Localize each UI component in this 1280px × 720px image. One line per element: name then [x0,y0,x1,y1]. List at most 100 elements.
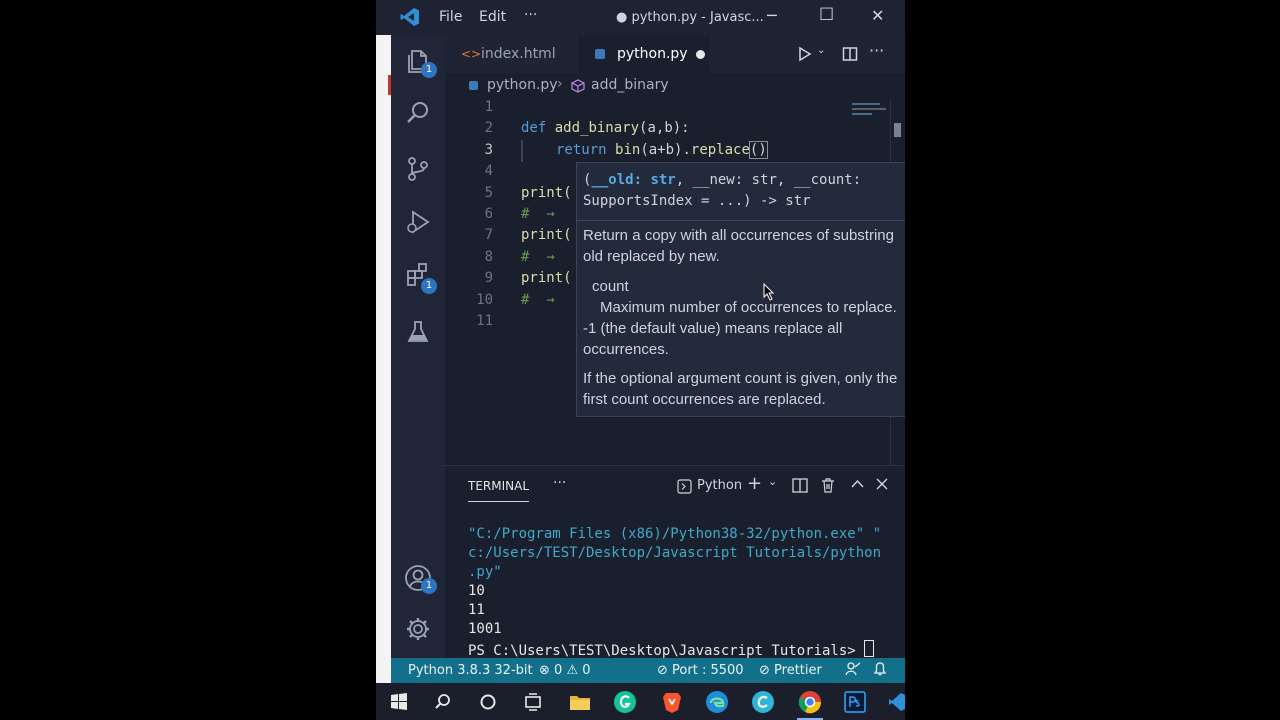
more-actions-icon[interactable]: ··· [869,41,884,60]
terminal-dropdown-chevron-icon[interactable]: ⌄ [768,475,777,488]
minimap[interactable] [852,101,886,115]
status-bar: Python 3.8.3 32-bit ⊗ 0 ⚠ 0 ⊘ Port : 550… [391,658,905,683]
hover-tooltip: (__old: str, __new: str, __count: Suppor… [576,162,905,417]
code-line-3: return bin(a+b).replace() [556,141,768,159]
cortana-icon[interactable] [475,689,501,715]
new-terminal-plus-icon[interactable]: + [747,473,762,494]
vscode-logo-icon [400,7,420,27]
breadcrumb: python.py › add_binary [445,73,905,99]
extensions-icon[interactable]: 1 [404,261,437,294]
code-line-10: # → [521,292,555,308]
python-file-icon [469,81,478,90]
settings-gear-icon[interactable] [404,615,432,643]
run-dropdown-chevron-icon[interactable]: ⌄ [817,45,825,56]
cursive-app-icon[interactable] [750,689,776,715]
breadcrumb-separator-icon: › [557,76,563,92]
hover-description: Return a copy with all occurrences of su… [583,227,894,265]
windows-start-icon[interactable] [386,689,412,715]
trash-icon[interactable] [821,478,835,493]
window-title: ● python.py - Javasc... [616,10,764,25]
line-number: 1 [484,99,493,115]
close-panel-icon[interactable] [876,478,888,490]
terminal-line: "C:/Program Files (x86)/Python38-32/pyth… [468,526,882,542]
terminal-panel: TERMINAL ··· Python + ⌄ "C:/Program File… [445,465,905,659]
grammarly-icon[interactable] [612,689,638,715]
background-window [376,35,391,685]
code-line-6: # → [521,206,555,222]
warning-icon: ⚠ [566,663,579,678]
vscode-taskbar-icon[interactable] [887,689,905,715]
tab-index-html[interactable]: <> index.html [445,35,579,73]
python-interpreter[interactable]: Python 3.8.3 32-bit [408,663,533,678]
accounts-icon[interactable]: 1 [404,564,437,594]
menu-edit[interactable]: Edit [479,9,506,25]
unsaved-dot-icon[interactable] [696,50,705,59]
line-number: 3 [484,142,493,158]
chrome-browser-icon[interactable] [797,689,823,715]
brave-browser-icon[interactable] [659,689,685,715]
notifications-bell-icon[interactable] [873,661,887,677]
error-icon: ⊗ [539,663,550,678]
tab-terminal[interactable]: TERMINAL [468,479,529,493]
terminal-line: c:/Users/TEST/Desktop/Javascript Tutoria… [468,545,882,561]
explorer-icon[interactable]: 1 [404,47,437,78]
panel-more-icon[interactable]: ··· [553,475,566,491]
html-icon: <> [461,47,482,61]
terminal-shell-icon [677,479,692,494]
tab-python-py[interactable]: python.py [579,35,709,73]
run-icon[interactable] [797,46,813,62]
terminal-output: 1001 [468,621,502,637]
line-number: 4 [484,163,493,179]
split-editor-icon[interactable] [842,46,858,62]
terminal-output: 10 [468,583,485,599]
task-view-icon[interactable] [520,689,546,715]
code-line-7: print( [521,227,572,243]
title-bar: File Edit ··· ● python.py - Javasc... ─ … [376,0,905,35]
code-line-8: # → [521,249,555,265]
problems-indicator[interactable]: ⊗ 0 ⚠ 0 [539,663,591,678]
run-debug-icon[interactable] [404,208,432,236]
minimize-button[interactable]: ─ [767,6,777,25]
line-number: 10 [476,292,493,308]
terminal-prompt[interactable]: PS C:\Users\TEST\Desktop\Javascript Tuto… [468,640,875,659]
search-icon[interactable] [404,99,432,127]
breadcrumb-symbol[interactable]: add_binary [591,77,669,93]
explorer-badge: 1 [421,62,437,78]
windows-taskbar [376,683,905,720]
line-number: 8 [484,249,493,265]
prettier-status[interactable]: ⊘ Prettier [759,663,822,678]
photoshop-icon[interactable] [842,689,868,715]
accounts-badge: 1 [421,578,437,594]
no-entry-icon: ⊘ [657,663,668,678]
code-line-9: print( [521,270,572,286]
split-terminal-icon[interactable] [792,478,808,493]
testing-flask-icon[interactable] [404,318,432,346]
python-icon [595,49,605,59]
edge-browser-icon[interactable] [704,689,730,715]
line-number: 5 [484,185,493,201]
maximize-panel-chevron-up-icon[interactable] [851,479,864,489]
source-control-icon[interactable] [404,155,432,183]
menu-file[interactable]: File [439,9,462,25]
breadcrumb-file[interactable]: python.py [487,77,558,93]
hover-note: If the optional argument count is given,… [583,370,898,408]
line-number: 7 [484,227,493,243]
line-number: 6 [484,206,493,222]
close-button[interactable]: ✕ [871,6,884,25]
taskbar-search-icon[interactable] [430,689,456,715]
vscode-window: File Edit ··· ● python.py - Javasc... ─ … [376,0,905,720]
hover-divider [577,220,905,221]
menu-more[interactable]: ··· [524,7,537,23]
active-tab-underline [468,501,529,502]
code-line-5: print( [521,185,572,201]
terminal-output: 11 [468,602,485,618]
live-server-port[interactable]: ⊘ Port : 5500 [657,663,744,678]
file-explorer-icon[interactable] [567,689,593,715]
hover-param-desc: Maximum number of occurrences to replace… [583,299,897,358]
feedback-icon[interactable] [845,661,861,677]
code-line-2: def add_binary(a,b): [521,120,690,136]
terminal-shell-label[interactable]: Python [697,478,742,493]
maximize-button[interactable]: ☐ [819,5,834,25]
prettier-icon: ⊘ [759,663,770,678]
symbol-method-icon [571,79,585,93]
